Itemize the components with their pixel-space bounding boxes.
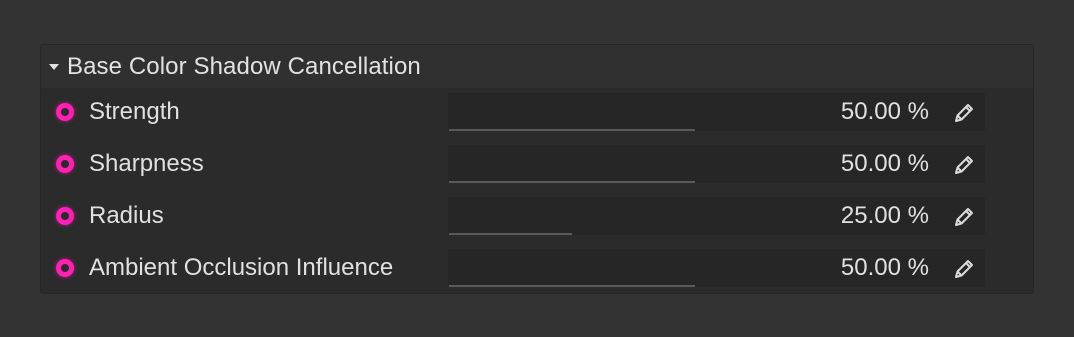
caret-down-icon[interactable] [49, 63, 59, 70]
animation-keyframe-icon[interactable] [56, 155, 74, 173]
panel-title: Base Color Shadow Cancellation [67, 52, 421, 80]
pencil-icon[interactable] [951, 204, 977, 230]
radius-slider[interactable]: 25.00 % [448, 197, 985, 235]
parameter-row-strength: Strength 50.00 % [41, 89, 1033, 135]
parameter-row-radius: Radius 25.00 % [41, 193, 1033, 239]
sharpness-slider[interactable]: 50.00 % [448, 145, 985, 183]
parameter-label: Sharpness [89, 150, 204, 177]
slider-value: 25.00 % [840, 202, 929, 229]
animation-keyframe-icon[interactable] [56, 103, 74, 121]
parameter-label: Ambient Occlusion Influence [89, 254, 394, 281]
parameter-row-sharpness: Sharpness 50.00 % [41, 141, 1033, 187]
parameter-row-ambient-occlusion-influence: Ambient Occlusion Influence 50.00 % [41, 245, 1033, 291]
slider-fill [449, 181, 695, 183]
pencil-icon[interactable] [951, 152, 977, 178]
animation-keyframe-icon[interactable] [56, 259, 74, 277]
pencil-icon[interactable] [951, 100, 977, 126]
ambient-occlusion-influence-slider[interactable]: 50.00 % [448, 249, 985, 287]
slider-value: 50.00 % [840, 254, 929, 281]
parameter-label: Strength [89, 98, 180, 125]
panel-header[interactable]: Base Color Shadow Cancellation [41, 45, 1033, 89]
slider-value: 50.00 % [840, 150, 929, 177]
base-color-shadow-cancellation-panel: Base Color Shadow Cancellation Strength … [40, 44, 1034, 294]
strength-slider[interactable]: 50.00 % [448, 93, 985, 131]
animation-keyframe-icon[interactable] [56, 207, 74, 225]
slider-fill [449, 233, 572, 235]
slider-value: 50.00 % [840, 98, 929, 125]
parameter-label: Radius [89, 202, 164, 229]
slider-fill [449, 285, 695, 287]
pencil-icon[interactable] [951, 256, 977, 282]
slider-fill [449, 129, 695, 131]
